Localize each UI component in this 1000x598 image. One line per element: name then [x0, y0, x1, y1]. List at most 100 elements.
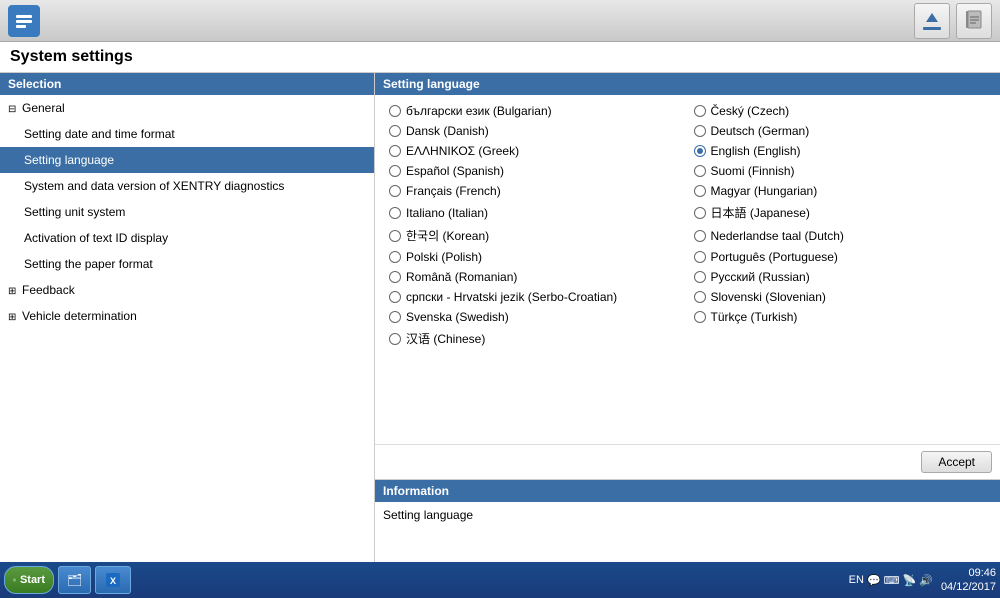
info-content: Setting language: [375, 502, 1000, 562]
taskbar-clock: 09:46 04/12/2017: [941, 566, 996, 595]
radio-sv: [389, 311, 401, 323]
lang-option-fr[interactable]: Français (French): [383, 181, 688, 201]
radio-es: [389, 165, 401, 177]
lang-option-ru[interactable]: Русский (Russian): [688, 267, 993, 287]
doc-button[interactable]: [956, 3, 992, 39]
lang-option-es[interactable]: Español (Spanish): [383, 161, 688, 181]
radio-bg: [389, 105, 401, 117]
taskbar: Start 🗂 X EN 💬 ⌨ 📡 🔊 09:46 04/12/2017: [0, 562, 1000, 598]
tree-item-text-id[interactable]: Activation of text ID display: [0, 225, 374, 251]
radio-sl: [694, 291, 706, 303]
tray-icon-4: 🔊: [919, 574, 933, 587]
lang-label-bg: български език (Bulgarian): [406, 104, 552, 118]
info-content-text: Setting language: [383, 508, 473, 522]
radio-en: [694, 145, 706, 157]
lang-option-sl[interactable]: Slovenski (Slovenian): [688, 287, 993, 307]
tray-icon-1: 💬: [867, 574, 881, 587]
lang-option-ko[interactable]: 한국의 (Korean): [383, 224, 688, 247]
svg-text:X: X: [110, 576, 116, 586]
radio-el: [389, 145, 401, 157]
lang-option-sr[interactable]: српски - Hrvatski jezik (Serbo-Croatian): [383, 287, 688, 307]
tree-container[interactable]: ⊟GeneralSetting date and time format Sett…: [0, 95, 374, 562]
tree-item-label: Setting language: [24, 153, 114, 167]
radio-pl: [389, 251, 401, 263]
tray-icon-2: ⌨: [884, 574, 900, 587]
lang-label-pt: Português (Portuguese): [711, 250, 838, 264]
radio-nl: [694, 230, 706, 242]
clock-time: 09:46: [941, 566, 996, 580]
tree-item-paper-format[interactable]: Setting the paper format: [0, 251, 374, 277]
radio-fr: [389, 185, 401, 197]
lang-label-ro: Română (Romanian): [406, 270, 517, 284]
tree-item-xentry-version[interactable]: System and data version of XENTRY diagno…: [0, 173, 374, 199]
lang-option-el[interactable]: ΕΛΛΗΝΙΚΟΣ (Greek): [383, 141, 688, 161]
lang-option-ro[interactable]: Română (Romanian): [383, 267, 688, 287]
left-panel-header-text: Selection: [8, 77, 61, 91]
tree-item-language[interactable]: Setting language: [0, 147, 374, 173]
accept-area: Accept: [375, 444, 1000, 479]
info-header: Information: [375, 480, 1000, 502]
lang-option-tr[interactable]: Türkçe (Turkish): [688, 307, 993, 327]
radio-sr: [389, 291, 401, 303]
start-button[interactable]: Start: [4, 566, 54, 594]
accept-button[interactable]: Accept: [921, 451, 992, 473]
lang-option-de[interactable]: Deutsch (German): [688, 121, 993, 141]
info-header-text: Information: [383, 484, 449, 498]
radio-zh: [389, 333, 401, 345]
radio-ro: [389, 271, 401, 283]
page-title: System settings: [0, 42, 1000, 73]
top-bar-right: [914, 3, 992, 39]
lang-label-ja: 日本語 (Japanese): [711, 204, 810, 221]
lang-option-fi[interactable]: Suomi (Finnish): [688, 161, 993, 181]
lang-label-sl: Slovenski (Slovenian): [711, 290, 826, 304]
lang-option-ja[interactable]: 日本語 (Japanese): [688, 201, 993, 224]
tree-item-label: Feedback: [22, 283, 75, 297]
lang-option-pt[interactable]: Português (Portuguese): [688, 247, 993, 267]
radio-ja: [694, 207, 706, 219]
radio-hu: [694, 185, 706, 197]
info-section: Information Setting language: [375, 479, 1000, 562]
tree-item-vehicle[interactable]: ⊞Vehicle determination: [0, 303, 374, 329]
lang-label-ru: Русский (Russian): [711, 270, 810, 284]
taskbar-app-files[interactable]: 🗂: [58, 566, 91, 594]
right-panel-header: Setting language: [375, 73, 1000, 95]
tree-item-label: Vehicle determination: [22, 309, 137, 323]
lang-option-pl[interactable]: Polski (Polish): [383, 247, 688, 267]
expand-icon: ⊞: [8, 284, 20, 299]
files-icon: 🗂: [67, 573, 82, 587]
top-bar-left: [8, 5, 40, 37]
lang-label-zh: 汉语 (Chinese): [406, 330, 485, 347]
lang-option-nl[interactable]: Nederlandse taal (Dutch): [688, 224, 993, 247]
lang-option-bg[interactable]: български език (Bulgarian): [383, 101, 688, 121]
start-label: Start: [20, 574, 45, 586]
lang-option-en[interactable]: English (English): [688, 141, 993, 161]
lang-option-sv[interactable]: Svenska (Swedish): [383, 307, 688, 327]
lang-option-da[interactable]: Dansk (Danish): [383, 121, 688, 141]
radio-it: [389, 207, 401, 219]
lang-option-cs[interactable]: Český (Czech): [688, 101, 993, 121]
lang-option-it[interactable]: Italiano (Italian): [383, 201, 688, 224]
left-panel-header: Selection: [0, 73, 374, 95]
title-text: System settings: [10, 48, 133, 65]
taskbar-right: EN 💬 ⌨ 📡 🔊 09:46 04/12/2017: [845, 566, 996, 595]
radio-fi: [694, 165, 706, 177]
top-bar: [0, 0, 1000, 42]
lang-label-es: Español (Spanish): [406, 164, 504, 178]
lang-label-nl: Nederlandse taal (Dutch): [711, 229, 844, 243]
tree-item-feedback[interactable]: ⊞Feedback: [0, 277, 374, 303]
tree-item-label: Setting the paper format: [24, 257, 153, 271]
tree-item-label: Activation of text ID display: [24, 231, 168, 245]
expand-icon: ⊞: [8, 310, 20, 325]
main-content: Selection ⊟GeneralSetting date and time …: [0, 73, 1000, 562]
upload-button[interactable]: [914, 3, 950, 39]
lang-option-zh[interactable]: 汉语 (Chinese): [383, 327, 688, 350]
tree-item-unit-system[interactable]: Setting unit system: [0, 199, 374, 225]
right-panel-header-text: Setting language: [383, 77, 480, 91]
taskbar-app-xentry[interactable]: X: [95, 566, 131, 594]
tree-item-date-time[interactable]: Setting date and time format: [0, 121, 374, 147]
tree-item-general[interactable]: ⊟General: [0, 95, 374, 121]
lang-option-hu[interactable]: Magyar (Hungarian): [688, 181, 993, 201]
tray-icon-3: 📡: [903, 574, 917, 587]
radio-de: [694, 125, 706, 137]
radio-ko: [389, 230, 401, 242]
